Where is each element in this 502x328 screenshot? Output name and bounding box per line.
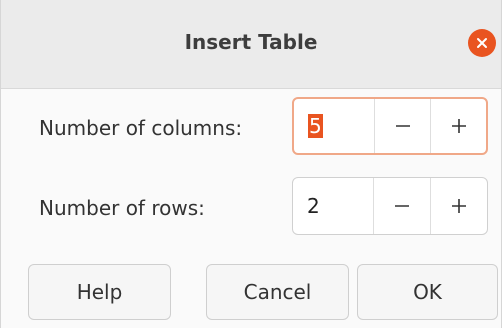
minus-icon (395, 125, 410, 127)
dialog-title: Insert Table (184, 30, 318, 54)
rows-label: Number of rows: (39, 196, 205, 220)
columns-label: Number of columns: (39, 116, 243, 140)
close-button[interactable] (468, 29, 496, 57)
title-bar: Insert Table (1, 0, 501, 89)
rows-input[interactable]: 2 (293, 178, 373, 234)
columns-decrement-button[interactable] (374, 99, 430, 153)
rows-value: 2 (307, 194, 320, 218)
columns-spinbox: 5 (292, 97, 488, 155)
columns-input[interactable]: 5 (294, 99, 374, 153)
columns-value: 5 (308, 114, 323, 138)
help-button[interactable]: Help (28, 264, 171, 320)
plus-icon (452, 199, 466, 213)
ok-button[interactable]: OK (357, 264, 498, 320)
rows-increment-button[interactable] (430, 178, 487, 234)
cancel-button[interactable]: Cancel (206, 264, 349, 320)
rows-spinbox: 2 (292, 177, 488, 235)
rows-decrement-button[interactable] (373, 178, 430, 234)
minus-icon (395, 205, 409, 207)
columns-increment-button[interactable] (430, 99, 486, 153)
insert-table-dialog: Insert Table Number of columns: 5 Number… (0, 0, 502, 328)
close-icon (477, 38, 487, 48)
plus-icon (451, 119, 466, 133)
